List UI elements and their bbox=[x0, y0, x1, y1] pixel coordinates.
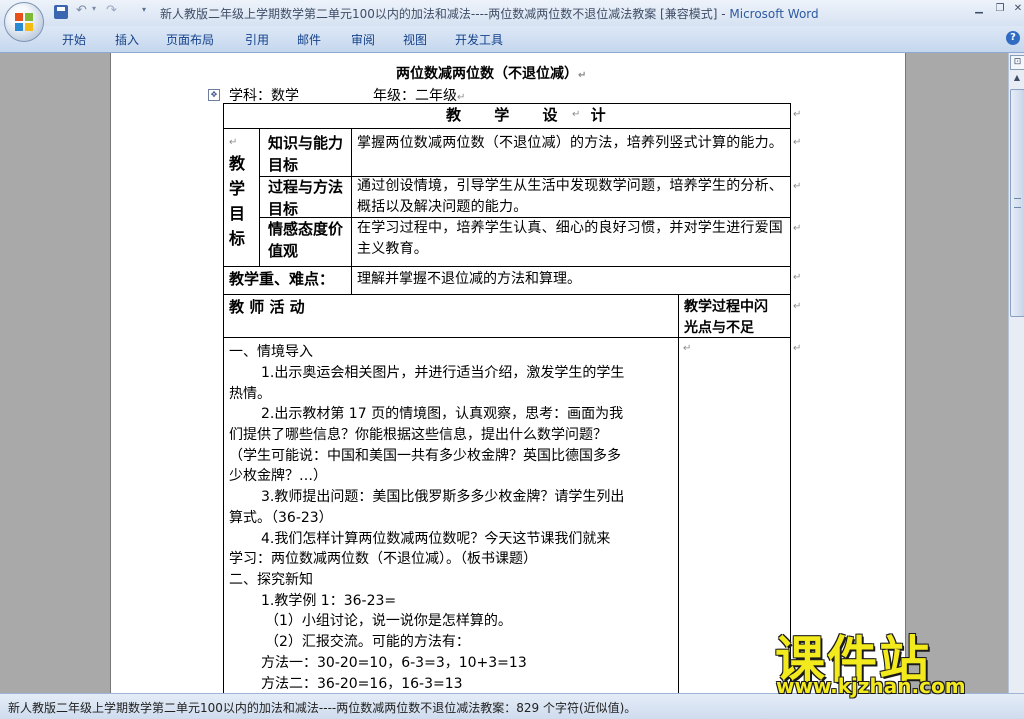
row-end-mark: ↵ bbox=[793, 181, 802, 192]
app-name: Microsoft Word bbox=[729, 7, 819, 21]
body-line: 4.我们怎样计算两位数减两位数呢？今天这节课我们就来 bbox=[261, 531, 611, 547]
tab-page-layout[interactable]: 页面布局 bbox=[166, 31, 214, 48]
row-end-mark: ↵ bbox=[793, 109, 802, 120]
body-line: 二、探究新知 bbox=[229, 572, 313, 588]
row-end-mark: ↵ bbox=[793, 272, 802, 283]
customize-quick-access-icon[interactable]: ▾ bbox=[142, 5, 146, 14]
paragraph-mark: ↵ bbox=[457, 92, 466, 103]
emotion-goal-label: 情感态度价值观 bbox=[268, 220, 344, 260]
grade-label: 年级：二年级↵ bbox=[373, 88, 466, 104]
body-line: 算式。（36-23） bbox=[229, 510, 333, 526]
title-bar: ↶ ▾ ↷ ▾ 新人教版二年级上学期数学第二单元100以内的加法和减法----两… bbox=[0, 0, 1024, 26]
key-points-label: 教学重、难点： bbox=[229, 270, 335, 288]
document-title: 两位数减两位数（不退位减）↵ bbox=[396, 66, 587, 82]
status-text: 新人教版二年级上学期数学第二单元100以内的加法和减法----两位数减两位数不退… bbox=[8, 701, 637, 715]
table-border bbox=[259, 128, 260, 266]
tab-references[interactable]: 引用 bbox=[245, 31, 269, 48]
row-end-mark: ↵ bbox=[793, 137, 802, 148]
document-area[interactable]: 两位数减两位数（不退位减）↵ ✥ 学科：数学 年级：二年级↵ 教 学 设 计 ↵… bbox=[0, 53, 1008, 693]
scroll-thumb[interactable] bbox=[1010, 89, 1024, 317]
ruler-toggle-icon[interactable]: ⊡ bbox=[1010, 55, 1024, 70]
office-button[interactable] bbox=[4, 2, 44, 42]
knowledge-goal-text: 掌握两位数减两位数（不退位减）的方法，培养列竖式计算的能力。 bbox=[357, 135, 783, 151]
process-goal-label: 过程与方法目标 bbox=[268, 178, 344, 218]
subject-label: 学科：数学 bbox=[229, 88, 299, 104]
reflection-header-line-2: 光点与不足 bbox=[684, 320, 754, 336]
watermark-url: www.kjzhan.com bbox=[776, 674, 966, 698]
ribbon-tabs: 开始 插入 页面布局 引用 邮件 审阅 视图 开发工具 ? bbox=[0, 26, 1024, 53]
tab-mailings[interactable]: 邮件 bbox=[297, 31, 321, 48]
body-line: 1.教学例 1：36-23= bbox=[261, 593, 397, 609]
tab-view[interactable]: 视图 bbox=[403, 31, 427, 48]
process-goal-text: 通过创设情境，引导学生从生活中发现数学问题，培养学生的分析、概括以及解决问题的能… bbox=[357, 178, 783, 215]
grip-icon bbox=[1014, 198, 1021, 208]
teacher-activity-header: 教 师 活 动 bbox=[229, 298, 305, 316]
body-line: （2）汇报交流。可能的方法有： bbox=[265, 634, 470, 650]
table-border bbox=[223, 103, 224, 693]
emotion-goal-text: 在学习过程中，培养学生认真、细心的良好习惯，并对学生进行爱国主义教育。 bbox=[357, 220, 783, 257]
key-points-text: 理解并掌握不退位减的方法和算理。 bbox=[357, 271, 581, 287]
save-icon[interactable] bbox=[54, 5, 68, 19]
undo-icon[interactable]: ↶ bbox=[76, 3, 87, 18]
tab-insert[interactable]: 插入 bbox=[115, 31, 139, 48]
table-border bbox=[790, 103, 791, 693]
restore-button[interactable]: ❐ bbox=[992, 2, 1008, 16]
document-name: 新人教版二年级上学期数学第二单元100以内的加法和减法----两位数减两位数不退… bbox=[160, 7, 730, 21]
table-border bbox=[223, 294, 791, 295]
body-line: 1.出示奥运会相关图片，并进行适当介绍，激发学生的学生 bbox=[261, 365, 625, 381]
body-line: 少枚金牌？…） bbox=[229, 468, 327, 484]
paragraph-mark: ↵ bbox=[229, 137, 238, 148]
vertical-scrollbar[interactable]: ⊡ ▲ bbox=[1008, 53, 1024, 693]
table-border bbox=[223, 103, 791, 104]
body-line: 一、情境导入 bbox=[229, 344, 313, 360]
close-button[interactable]: ✕ bbox=[1010, 2, 1024, 16]
minimize-button[interactable]: ▁ bbox=[971, 2, 987, 16]
body-line: 热情。 bbox=[229, 386, 271, 402]
body-line: 2.出示教材第 17 页的情境图，认真观察，思考：画面为我 bbox=[261, 406, 624, 422]
body-line: （学生可能说：中国和美国一共有多少枚金牌？英国比德国多多 bbox=[229, 448, 621, 464]
knowledge-goal-label: 知识与能力目标 bbox=[268, 134, 344, 174]
table-move-handle-icon[interactable]: ✥ bbox=[208, 89, 220, 101]
tab-home[interactable]: 开始 bbox=[62, 31, 86, 48]
tab-review[interactable]: 审阅 bbox=[351, 31, 375, 48]
body-line: 学习：两位数减两位数（不退位减）。（板书课题） bbox=[229, 551, 537, 567]
paragraph-mark: ↵ bbox=[578, 70, 587, 81]
office-logo-icon bbox=[15, 13, 33, 31]
table-border bbox=[678, 294, 679, 693]
row-end-mark: ↵ bbox=[793, 223, 802, 234]
row-end-mark: ↵ bbox=[793, 343, 802, 354]
paragraph-mark: ↵ bbox=[572, 109, 581, 120]
design-header: 教 学 设 计 bbox=[446, 106, 620, 124]
body-line: （1）小组讨论，说一说你是怎样算的。 bbox=[265, 613, 512, 629]
teaching-goals-label: 教学目标 bbox=[229, 154, 246, 248]
reflection-header-line-1: 教学过程中闪 bbox=[684, 299, 768, 315]
table-border bbox=[223, 128, 791, 129]
redo-icon[interactable]: ↷ bbox=[106, 3, 117, 18]
cell-end-mark: ↵ bbox=[683, 343, 692, 354]
body-line: 方法二：36-20=16，16-3=13 bbox=[261, 676, 463, 692]
row-end-mark: ↵ bbox=[793, 301, 802, 312]
table-border bbox=[223, 266, 791, 267]
body-line: 3.教师提出问题：美国比俄罗斯多多少枚金牌？请学生列出 bbox=[261, 489, 625, 505]
undo-dropdown-icon[interactable]: ▾ bbox=[92, 4, 96, 13]
help-icon[interactable]: ? bbox=[1006, 31, 1020, 45]
tab-developer[interactable]: 开发工具 bbox=[455, 31, 503, 48]
scroll-up-arrow-icon[interactable]: ▲ bbox=[1010, 71, 1024, 85]
body-line: 们提供了哪些信息？你能根据这些信息，提出什么数学问题？ bbox=[229, 427, 607, 443]
window-title: 新人教版二年级上学期数学第二单元100以内的加法和减法----两位数减两位数不退… bbox=[160, 5, 819, 22]
body-line: 方法一：30-20=10，6-3=3，10+3=13 bbox=[261, 655, 527, 671]
